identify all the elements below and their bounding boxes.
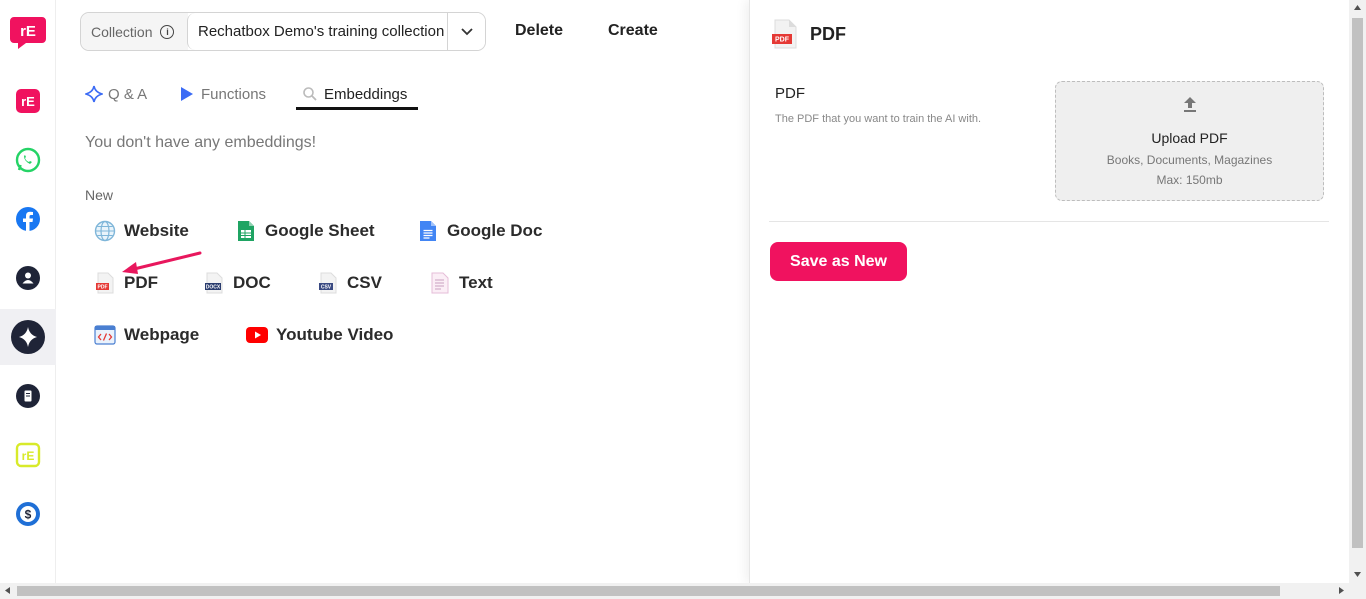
new-webpage-option[interactable]: Webpage <box>94 324 199 346</box>
new-csv-label: CSV <box>347 273 382 292</box>
vertical-scrollbar[interactable] <box>1349 0 1366 583</box>
text-file-icon <box>429 272 451 294</box>
new-webpage-label: Webpage <box>124 325 200 344</box>
tab-functions[interactable]: Functions <box>180 78 266 110</box>
sidebar-item-brand[interactable]: rE <box>0 427 56 483</box>
tab-qa[interactable]: Q & A <box>85 78 147 110</box>
sidebar-item-documents[interactable] <box>0 368 56 424</box>
youtube-icon <box>246 324 268 346</box>
new-google-doc-option[interactable]: Google Doc <box>417 220 542 242</box>
play-icon <box>181 87 193 101</box>
search-icon <box>303 87 317 101</box>
svg-text:rE: rE <box>22 449 35 463</box>
rechatbox-icon: rE <box>16 89 40 113</box>
upload-max-size: Max: 150mb <box>1156 173 1223 187</box>
scroll-right-icon[interactable] <box>1339 587 1344 594</box>
pdf-file-icon: PDF <box>94 272 116 294</box>
new-doc-label: DOC <box>233 273 271 292</box>
upload-pdf-dropzone[interactable]: Upload PDF Books, Documents, Magazines M… <box>1055 81 1324 201</box>
panel-divider <box>769 221 1329 222</box>
upload-subtitle: Books, Documents, Magazines <box>1106 153 1273 167</box>
scroll-left-icon[interactable] <box>5 587 10 594</box>
pdf-file-icon: PDF <box>772 19 797 49</box>
sidebar-item-ai-training[interactable] <box>0 309 56 365</box>
svg-text:rE: rE <box>21 94 35 109</box>
facebook-icon <box>16 207 40 231</box>
tab-embeddings-label: Embeddings <box>324 85 408 103</box>
dollar-icon: $ <box>16 502 40 526</box>
new-website-option[interactable]: Website <box>94 220 189 242</box>
app-logo[interactable]: rE <box>10 13 46 49</box>
google-sheet-icon <box>235 220 257 242</box>
svg-text:PDF: PDF <box>98 285 108 291</box>
sparkle-icon <box>11 320 45 354</box>
sidebar-item-facebook[interactable] <box>0 191 56 247</box>
pdf-field-description: The PDF that you want to train the AI wi… <box>775 113 982 125</box>
chevron-down-icon[interactable] <box>447 13 485 50</box>
google-doc-icon <box>417 220 439 242</box>
new-section-label: New <box>85 187 114 203</box>
collection-value: Rechatbox Demo's training collection <box>198 23 445 40</box>
new-youtube-option[interactable]: Youtube Video <box>246 324 393 346</box>
webpage-code-icon <box>94 324 116 346</box>
tab-embeddings[interactable]: Embeddings <box>302 78 407 110</box>
document-icon <box>16 384 40 408</box>
sidebar-item-chat[interactable]: rE <box>0 73 56 129</box>
new-website-label: Website <box>124 221 189 240</box>
upload-icon <box>1184 97 1196 112</box>
svg-text:DOCX: DOCX <box>206 285 221 291</box>
sidebar: rE rE rE $ <box>0 0 56 583</box>
whatsapp-icon <box>15 147 41 173</box>
tab-qa-label: Q & A <box>108 85 148 103</box>
annotation-arrow <box>122 251 202 274</box>
new-google-sheet-option[interactable]: Google Sheet <box>235 220 375 242</box>
collection-dropdown[interactable]: Rechatbox Demo's training collection <box>187 13 485 50</box>
active-tab-indicator <box>296 107 418 110</box>
scroll-down-icon[interactable] <box>1354 572 1361 577</box>
panel-title: PDF <box>810 24 846 44</box>
svg-text:rE: rE <box>20 23 36 40</box>
horizontal-scrollbar-thumb[interactable] <box>17 586 1280 596</box>
sparkle-icon <box>85 85 103 103</box>
tab-functions-label: Functions <box>201 85 267 103</box>
new-csv-option[interactable]: CSV CSV <box>317 272 382 294</box>
pdf-field-title: PDF <box>775 85 805 102</box>
create-button[interactable]: Create <box>608 22 658 40</box>
sidebar-item-contacts[interactable] <box>0 250 56 306</box>
vertical-scrollbar-thumb[interactable] <box>1352 18 1363 548</box>
user-icon <box>16 266 40 290</box>
globe-icon <box>94 220 116 242</box>
sidebar-item-billing[interactable]: $ <box>0 486 56 542</box>
upload-title: Upload PDF <box>1151 130 1228 146</box>
save-as-new-button[interactable]: Save as New <box>770 242 907 281</box>
rechatbox-outline-icon: rE <box>15 442 41 468</box>
scroll-up-icon[interactable] <box>1354 5 1361 10</box>
collection-selector: Collection i Rechatbox Demo's training c… <box>80 12 486 51</box>
svg-text:PDF: PDF <box>775 37 790 44</box>
csv-file-icon: CSV <box>317 272 339 294</box>
empty-state-message: You don't have any embeddings! <box>85 134 317 151</box>
collection-label: Collection i <box>81 13 188 50</box>
new-youtube-label: Youtube Video <box>276 325 394 344</box>
new-doc-option[interactable]: DOCX DOC <box>203 272 271 294</box>
svg-text:$: $ <box>25 508 32 522</box>
horizontal-scrollbar[interactable] <box>0 583 1366 599</box>
new-text-option[interactable]: Text <box>429 272 493 294</box>
info-icon[interactable]: i <box>160 24 175 39</box>
svg-text:CSV: CSV <box>321 285 332 291</box>
new-google-doc-label: Google Doc <box>447 221 543 240</box>
sidebar-item-whatsapp[interactable] <box>0 132 56 188</box>
new-google-sheet-label: Google Sheet <box>265 221 375 240</box>
new-text-label: Text <box>459 273 493 292</box>
delete-button[interactable]: Delete <box>515 22 563 40</box>
collection-label-text: Collection <box>91 23 153 40</box>
